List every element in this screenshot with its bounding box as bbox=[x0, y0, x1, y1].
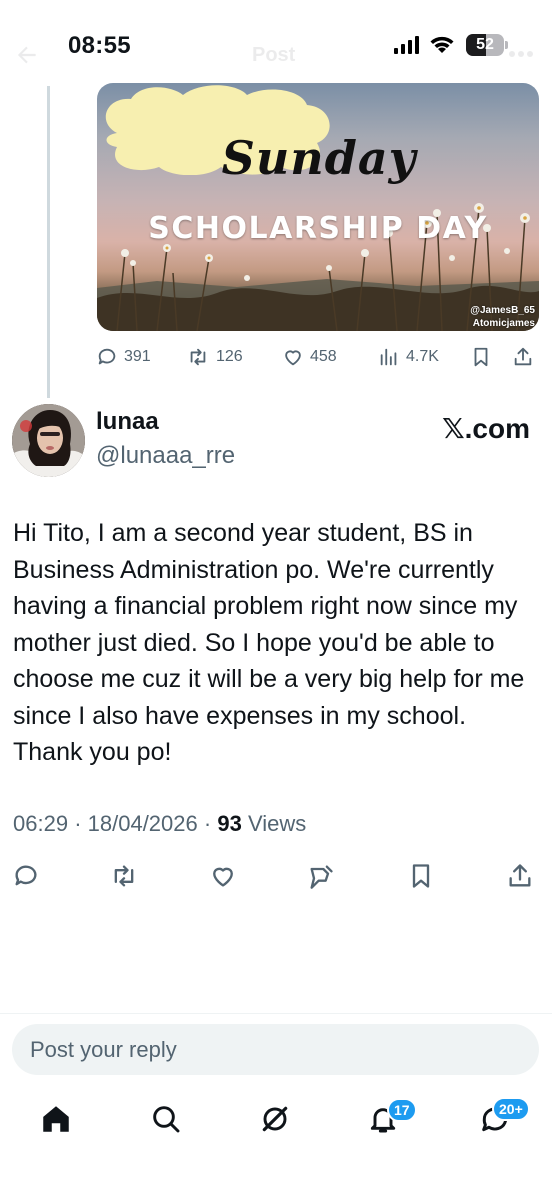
more-icon[interactable] bbox=[508, 46, 534, 62]
source-watermark: 𝕏.com bbox=[442, 413, 530, 444]
repost-button[interactable] bbox=[108, 858, 140, 894]
bookmark-icon bbox=[474, 347, 488, 367]
home-icon bbox=[43, 1106, 69, 1132]
media-headline: SCHOLARSHIP DAY bbox=[148, 211, 488, 246]
status-time: 08:55 bbox=[68, 32, 131, 59]
like-icon bbox=[285, 350, 301, 366]
views-count: 4.7K bbox=[406, 348, 439, 365]
bookmark-icon bbox=[412, 864, 430, 888]
reply-icon bbox=[98, 348, 116, 365]
like-button[interactable] bbox=[207, 858, 239, 894]
reply-placeholder: Post your reply bbox=[30, 1036, 177, 1062]
search-icon bbox=[153, 1106, 180, 1133]
repost-icon bbox=[190, 348, 206, 366]
previous-post-actions: 391 126 458 4.7K bbox=[96, 343, 542, 371]
reply-button[interactable]: 391 bbox=[96, 343, 151, 371]
display-name[interactable]: lunaa bbox=[96, 408, 159, 436]
share-button[interactable] bbox=[504, 858, 536, 894]
battery-level: 52 bbox=[466, 34, 504, 56]
repost-button[interactable]: 126 bbox=[186, 343, 243, 371]
battery-percent: 52 bbox=[476, 36, 494, 53]
signal-icon bbox=[394, 36, 419, 54]
share-button[interactable] bbox=[512, 343, 540, 371]
avatar-photo bbox=[12, 404, 85, 477]
meta-separator: · bbox=[203, 811, 218, 836]
like-icon bbox=[213, 867, 233, 887]
screen-title: Post bbox=[252, 44, 296, 66]
reply-count: 391 bbox=[124, 348, 151, 365]
grok-icon bbox=[262, 1106, 288, 1132]
divider bbox=[0, 1013, 552, 1014]
repost-count: 126 bbox=[216, 348, 243, 365]
messages-badge: 20+ bbox=[492, 1097, 530, 1121]
grok-icon bbox=[310, 865, 333, 889]
user-handle[interactable]: @lunaaa_rre bbox=[96, 442, 235, 470]
reply-icon bbox=[15, 865, 37, 886]
thread-line bbox=[47, 86, 50, 398]
nav-home[interactable] bbox=[36, 1099, 76, 1139]
views-icon bbox=[380, 348, 397, 366]
like-count: 458 bbox=[310, 348, 337, 365]
nav-search[interactable] bbox=[146, 1099, 186, 1139]
reply-button[interactable] bbox=[10, 858, 42, 894]
media-script-text: Sunday bbox=[221, 131, 417, 185]
share-icon bbox=[509, 864, 531, 887]
post-time: 06:29 bbox=[13, 811, 69, 836]
repost-icon bbox=[114, 865, 134, 887]
views-label[interactable]: Views bbox=[248, 811, 306, 836]
share-icon bbox=[514, 347, 532, 366]
notifications-badge: 17 bbox=[387, 1098, 417, 1122]
views-button[interactable]: 4.7K bbox=[378, 343, 439, 371]
avatar[interactable] bbox=[12, 404, 85, 477]
meta-separator: · bbox=[74, 811, 88, 836]
views-number: 93 bbox=[217, 811, 242, 836]
reply-input[interactable]: Post your reply bbox=[12, 1024, 539, 1075]
post-date: 18/04/2026 bbox=[87, 811, 198, 836]
back-arrow-icon[interactable] bbox=[14, 42, 40, 68]
bookmark-button[interactable] bbox=[405, 858, 437, 894]
post-text: Hi Tito, I am a second year student, BS … bbox=[13, 519, 525, 766]
grok-explain-button[interactable] bbox=[305, 858, 337, 894]
bottom-navigation bbox=[0, 1095, 552, 1155]
post-actions bbox=[0, 858, 552, 894]
media-credit-name: Atomicjames bbox=[472, 318, 535, 329]
post-media-image[interactable]: Sunday SCHOLARSHIP DAY @JamesB_65 Atomic… bbox=[97, 83, 539, 331]
media-credit-handle: @JamesB_65 bbox=[470, 305, 535, 316]
post-metadata: 06:29 · 18/04/2026 · 93 Views bbox=[13, 811, 306, 837]
wifi-icon bbox=[430, 36, 454, 53]
status-bar: Post 08:55 52 bbox=[0, 0, 552, 90]
battery-nub bbox=[505, 41, 508, 49]
nav-grok[interactable] bbox=[255, 1099, 295, 1139]
like-button[interactable]: 458 bbox=[282, 343, 337, 371]
bookmark-button[interactable] bbox=[470, 343, 498, 371]
